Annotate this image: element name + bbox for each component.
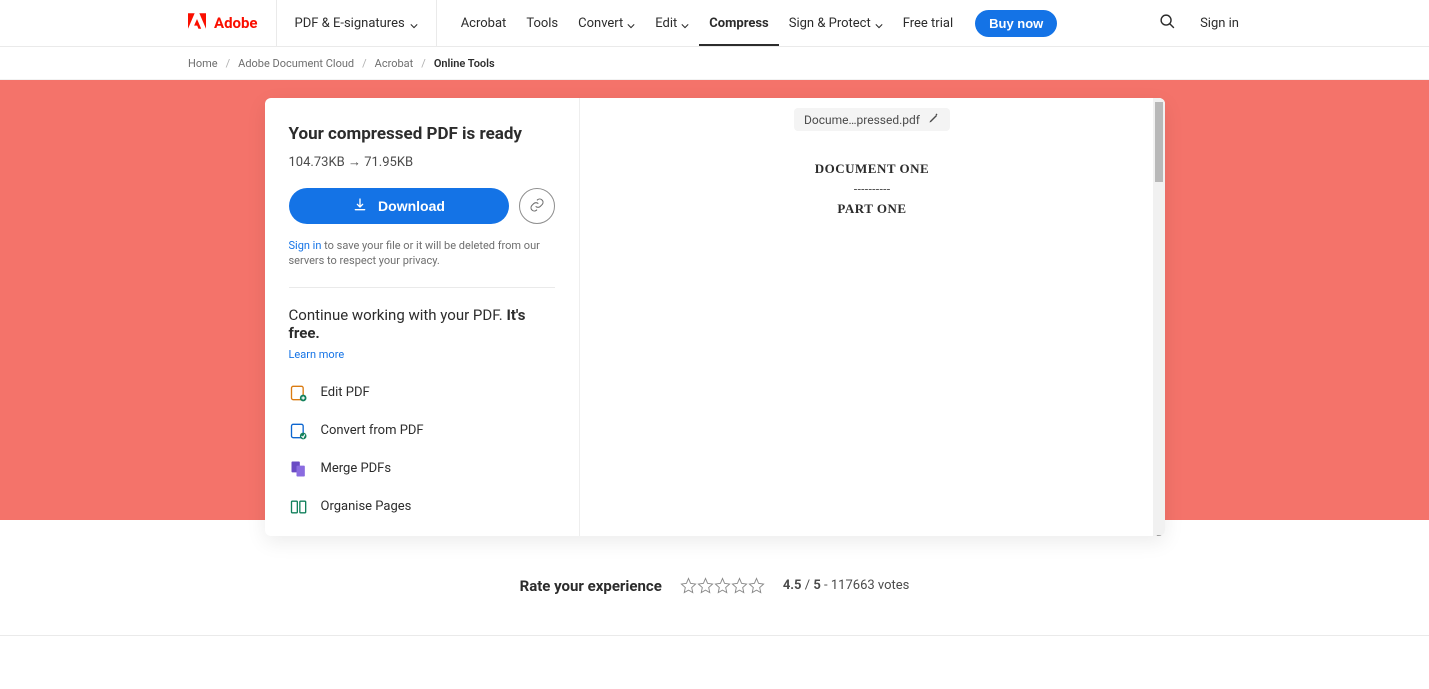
adobe-logo[interactable]: Adobe — [188, 0, 277, 46]
nav-item-label: Free trial — [903, 16, 953, 31]
nav-item-acrobat[interactable]: Acrobat — [451, 0, 517, 46]
continue-text: Continue working with your PDF. — [289, 306, 507, 324]
preview-pane: Docume…pressed.pdf DOCUMENT ONE --------… — [580, 98, 1165, 536]
chevron-down-icon — [681, 19, 689, 27]
breadcrumb-item[interactable]: Acrobat — [375, 57, 414, 70]
nav-item-label: Edit — [655, 16, 677, 31]
link-icon — [529, 197, 545, 216]
star-1[interactable] — [680, 577, 697, 594]
rate-votes: 117663 — [831, 578, 875, 593]
nav-item-convert[interactable]: Convert — [568, 0, 645, 46]
nav-item-label: Convert — [578, 16, 623, 31]
download-row: Download — [289, 188, 555, 224]
download-icon — [352, 197, 368, 216]
rating-bar: Rate your experience 4.5 / 5 - 117663 vo… — [0, 536, 1429, 636]
breadcrumb-separator: / — [421, 57, 426, 70]
rate-value: 4.5 / 5 - 117663 votes — [783, 578, 910, 593]
rate-votes-word: votes — [878, 578, 909, 593]
nav-item-compress[interactable]: Compress — [699, 0, 778, 46]
download-button[interactable]: Download — [289, 188, 509, 224]
buy-now-button[interactable]: Buy now — [975, 10, 1057, 37]
chevron-down-icon — [627, 19, 635, 27]
nav-links: Acrobat Tools Convert Edit Compress Sign & Pr… — [451, 0, 963, 46]
result-card: Your compressed PDF is ready 104.73KB → … — [265, 98, 1165, 536]
nav-pdf-label: PDF & E-signatures — [295, 16, 405, 31]
size-to: 71.95KB — [364, 155, 413, 170]
breadcrumb: Home / Adobe Document Cloud / Acrobat / Online… — [0, 47, 1429, 80]
filename-text: Docume…pressed.pdf — [804, 113, 920, 127]
nav-item-label: Compress — [709, 16, 768, 31]
nav-item-label: Sign & Protect — [789, 16, 871, 31]
breadcrumb-item: Online Tools — [434, 57, 495, 70]
preview-dashes: ---------- — [815, 183, 929, 195]
tool-label: Edit PDF — [321, 385, 370, 400]
preview-line-2: PART ONE — [815, 201, 929, 217]
breadcrumb-item[interactable]: Home — [188, 57, 218, 70]
star-2[interactable] — [697, 577, 714, 594]
hero: Your compressed PDF is ready 104.73KB → … — [0, 80, 1429, 520]
size-reduction: 104.73KB → 71.95KB — [289, 154, 555, 170]
nav-item-sign-protect[interactable]: Sign & Protect — [779, 0, 893, 46]
tool-merge-pdfs[interactable]: Merge PDFs — [289, 459, 555, 479]
adobe-logo-icon — [188, 13, 206, 33]
chevron-down-icon — [410, 19, 418, 27]
nav-left: PDF & E-signatures Acrobat Tools Convert Ed… — [277, 0, 1058, 46]
rate-score: 4.5 — [783, 578, 802, 593]
document-preview: DOCUMENT ONE ---------- PART ONE — [815, 161, 929, 217]
tool-icon — [289, 421, 309, 441]
tool-icon — [289, 497, 309, 517]
breadcrumb-separator: / — [226, 57, 231, 70]
scroll-thumb[interactable] — [1155, 102, 1163, 182]
tool-icon — [289, 383, 309, 403]
sign-in-link[interactable]: Sign in — [1200, 16, 1239, 31]
tool-organise-pages[interactable]: Organise Pages — [289, 497, 555, 517]
nav-right: Sign in — [1159, 13, 1239, 34]
tool-label: Convert from PDF — [321, 423, 424, 438]
download-label: Download — [378, 198, 445, 214]
pencil-icon[interactable] — [928, 112, 940, 127]
preview-line-1: DOCUMENT ONE — [815, 161, 929, 177]
top-nav: Adobe PDF & E-signatures Acrobat Tools Con… — [0, 0, 1429, 47]
preview-scrollbar[interactable] — [1153, 98, 1165, 536]
star-rating — [680, 577, 765, 594]
nav-item-free-trial[interactable]: Free trial — [893, 0, 963, 46]
adobe-logo-text: Adobe — [214, 14, 258, 32]
rate-outof: 5 — [813, 578, 820, 593]
signin-hint-link[interactable]: Sign in — [289, 239, 322, 252]
signin-hint: Sign in to save your file or it will be … — [289, 238, 555, 288]
scroll-arrow-down-icon[interactable] — [1155, 526, 1163, 534]
breadcrumb-item[interactable]: Adobe Document Cloud — [238, 57, 354, 70]
chevron-down-icon — [875, 19, 883, 27]
tool-edit-pdf[interactable]: Edit PDF — [289, 383, 555, 403]
rate-label: Rate your experience — [520, 577, 662, 595]
search-icon[interactable] — [1159, 13, 1176, 34]
filename-chip[interactable]: Docume…pressed.pdf — [794, 108, 950, 131]
tool-icon — [289, 459, 309, 479]
signin-hint-text: to save your file or it will be deleted … — [289, 239, 540, 267]
tool-convert-from-pdf[interactable]: Convert from PDF — [289, 421, 555, 441]
tool-list: Edit PDF Convert from PDF Merge PDFs Organi… — [289, 383, 555, 517]
size-arrow: → — [348, 155, 361, 170]
result-title: Your compressed PDF is ready — [289, 124, 555, 144]
result-panel: Your compressed PDF is ready 104.73KB → … — [265, 98, 580, 536]
star-5[interactable] — [748, 577, 765, 594]
size-from: 104.73KB — [289, 155, 345, 170]
nav-pdf-esignatures[interactable]: PDF & E-signatures — [277, 0, 437, 46]
nav-item-label: Acrobat — [461, 16, 507, 31]
tool-label: Merge PDFs — [321, 461, 392, 476]
learn-more-link[interactable]: Learn more — [289, 348, 555, 361]
tool-label: Organise Pages — [321, 499, 412, 514]
nav-item-tools[interactable]: Tools — [516, 0, 568, 46]
star-4[interactable] — [731, 577, 748, 594]
nav-item-edit[interactable]: Edit — [645, 0, 699, 46]
star-3[interactable] — [714, 577, 731, 594]
breadcrumb-separator: / — [362, 57, 367, 70]
nav-item-label: Tools — [526, 16, 558, 31]
copy-link-button[interactable] — [519, 188, 555, 224]
continue-heading: Continue working with your PDF. It's fre… — [289, 306, 555, 342]
